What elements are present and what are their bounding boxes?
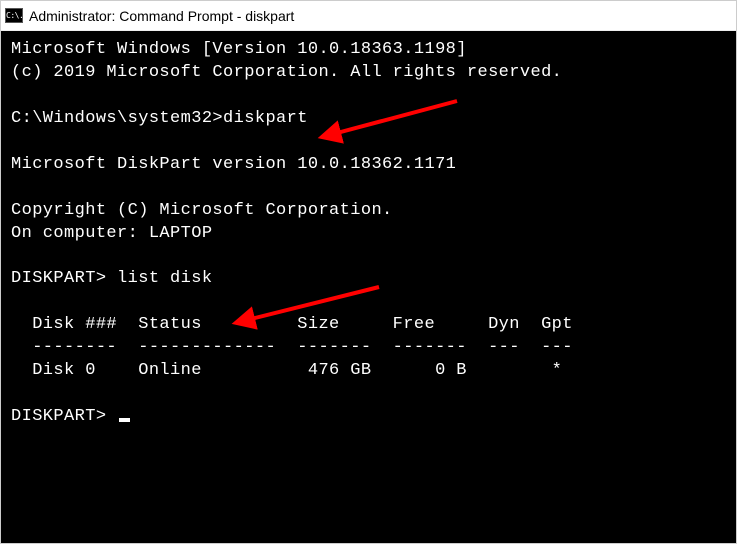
terminal-area[interactable]: Microsoft Windows [Version 10.0.18363.11… <box>1 31 736 543</box>
prompt-path: C:\Windows\system32> <box>11 109 223 128</box>
table-row: Disk 0 Online 476 GB 0 B * <box>11 360 726 383</box>
prompt-command: list disk <box>117 269 212 288</box>
window-title: Administrator: Command Prompt - diskpart <box>29 8 294 24</box>
output-line: Microsoft DiskPart version 10.0.18362.11… <box>11 154 726 177</box>
output-line: (c) 2019 Microsoft Corporation. All righ… <box>11 62 726 85</box>
prompt-label: DISKPART> <box>11 269 117 288</box>
prompt-label: DISKPART> <box>11 407 117 426</box>
cmd-icon: C:\. <box>5 8 23 23</box>
command-prompt-window: C:\. Administrator: Command Prompt - dis… <box>0 0 737 544</box>
titlebar[interactable]: C:\. Administrator: Command Prompt - dis… <box>1 1 736 31</box>
blank-line <box>11 245 726 268</box>
blank-line <box>11 383 726 406</box>
annotation-arrow-icon <box>231 277 391 337</box>
prompt-line: DISKPART> <box>11 406 726 429</box>
annotation-arrow-icon <box>317 91 467 151</box>
output-line: On computer: LAPTOP <box>11 223 726 246</box>
prompt-command: diskpart <box>223 109 308 128</box>
output-line: Microsoft Windows [Version 10.0.18363.11… <box>11 39 726 62</box>
cursor <box>119 418 130 422</box>
table-divider: -------- ------------- ------- ------- -… <box>11 337 726 360</box>
blank-line <box>11 177 726 200</box>
output-line: Copyright (C) Microsoft Corporation. <box>11 200 726 223</box>
